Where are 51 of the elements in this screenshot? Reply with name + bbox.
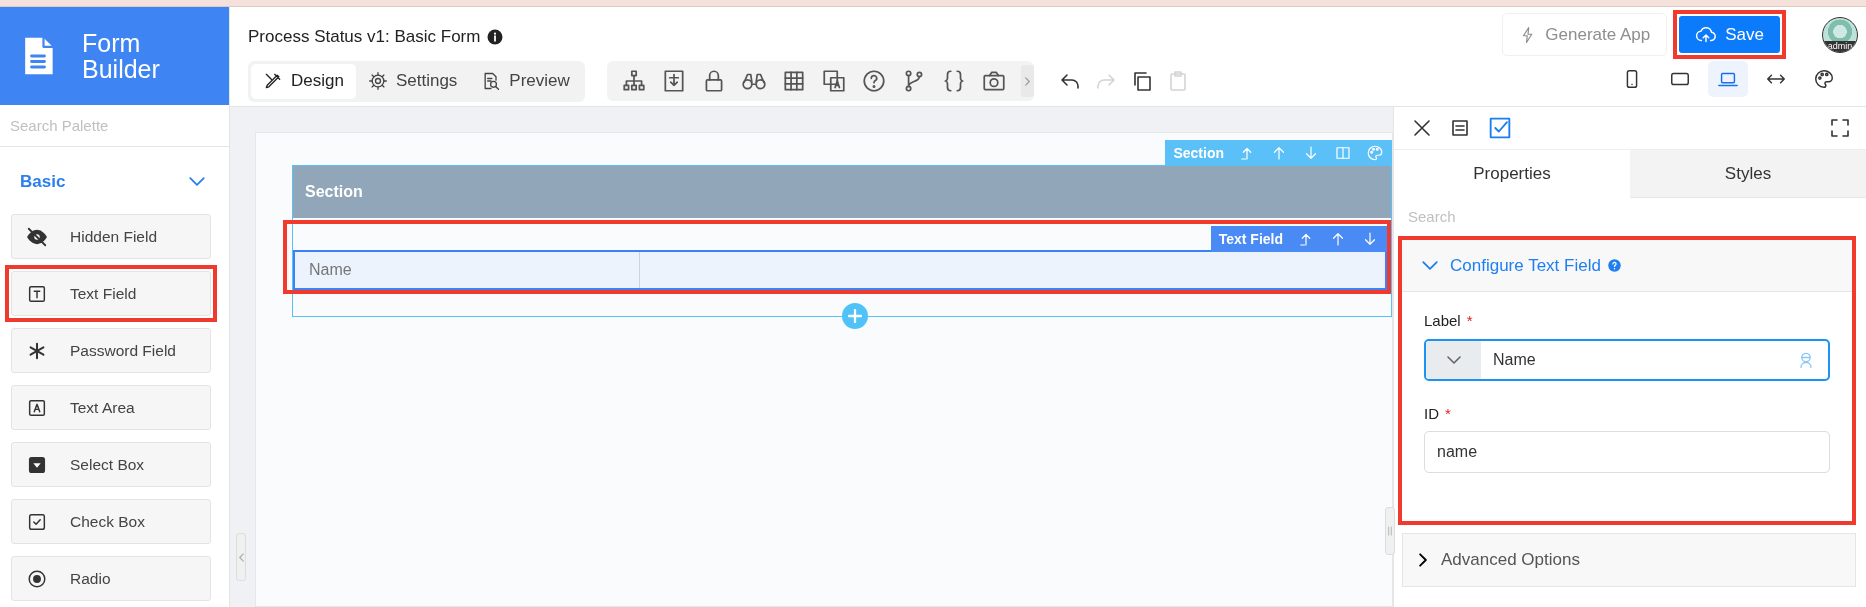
translate-icon[interactable] — [820, 68, 847, 94]
help-icon — [1606, 258, 1622, 273]
form-title: Process Status v1: Basic Form — [248, 26, 481, 48]
advanced-options-header[interactable]: Advanced Options — [1402, 533, 1856, 587]
hierarchy-icon[interactable] — [620, 68, 647, 94]
field-label: ID — [1424, 403, 1439, 424]
chevron-icon — [238, 552, 244, 562]
collapse-handle[interactable] — [236, 533, 246, 581]
eye-slash-icon — [26, 225, 48, 248]
input-field[interactable]: name — [1424, 431, 1830, 473]
mode-tab[interactable]: Design — [251, 63, 356, 99]
brand-title: Form Builder — [82, 29, 161, 83]
chevron-icon — [1024, 76, 1030, 86]
palette-item[interactable]: Text Field — [11, 271, 211, 316]
camera-icon[interactable] — [980, 68, 1007, 94]
settings-icon — [367, 71, 388, 91]
language-dropdown[interactable] — [1426, 340, 1481, 379]
grip-icon — [1388, 526, 1392, 536]
avatar[interactable]: admin — [1822, 16, 1858, 53]
required-mark: * — [1445, 403, 1451, 424]
input-group[interactable]: Name — [1424, 338, 1830, 381]
chevron-icon — [1446, 355, 1461, 364]
toolbar-label: Section — [1173, 143, 1224, 163]
plus-icon — [848, 309, 862, 323]
palette-icon — [1812, 68, 1836, 90]
help-icon[interactable] — [860, 68, 887, 94]
save-button[interactable]: Save — [1679, 16, 1780, 53]
toolbar-label: Text Field — [1218, 229, 1283, 249]
panel-tab[interactable]: Styles — [1630, 150, 1866, 198]
input-field[interactable]: Name — [1481, 340, 1796, 379]
resize-handle[interactable] — [1385, 507, 1395, 555]
palette-item[interactable]: Check Box — [11, 499, 211, 544]
mode-tab[interactable]: Preview — [469, 63, 582, 99]
mode-tab[interactable]: Settings — [355, 63, 470, 99]
configure-header[interactable]: Configure Text Field — [1402, 240, 1852, 292]
palette-group-header[interactable]: Basic — [0, 146, 229, 208]
info-icon — [486, 27, 505, 46]
pencil-ruler-icon — [263, 71, 283, 91]
required-mark: * — [1466, 311, 1473, 331]
section-header: Section — [293, 166, 1391, 218]
palette-item[interactable]: Select Box — [11, 442, 211, 487]
chevron-icon — [1422, 261, 1438, 270]
chevron-icon — [189, 176, 205, 186]
field-label: Label — [1424, 311, 1461, 331]
palette-item[interactable]: Hidden Field — [11, 214, 211, 259]
palette-item[interactable]: Text Area — [11, 385, 211, 430]
palette-item[interactable]: Password Field — [11, 328, 211, 373]
palette-item[interactable]: Radio — [11, 556, 211, 601]
text-field-row[interactable]: Name — [293, 250, 1387, 290]
chevron-icon — [1419, 553, 1427, 567]
fullscreen-icon[interactable] — [1828, 116, 1852, 140]
